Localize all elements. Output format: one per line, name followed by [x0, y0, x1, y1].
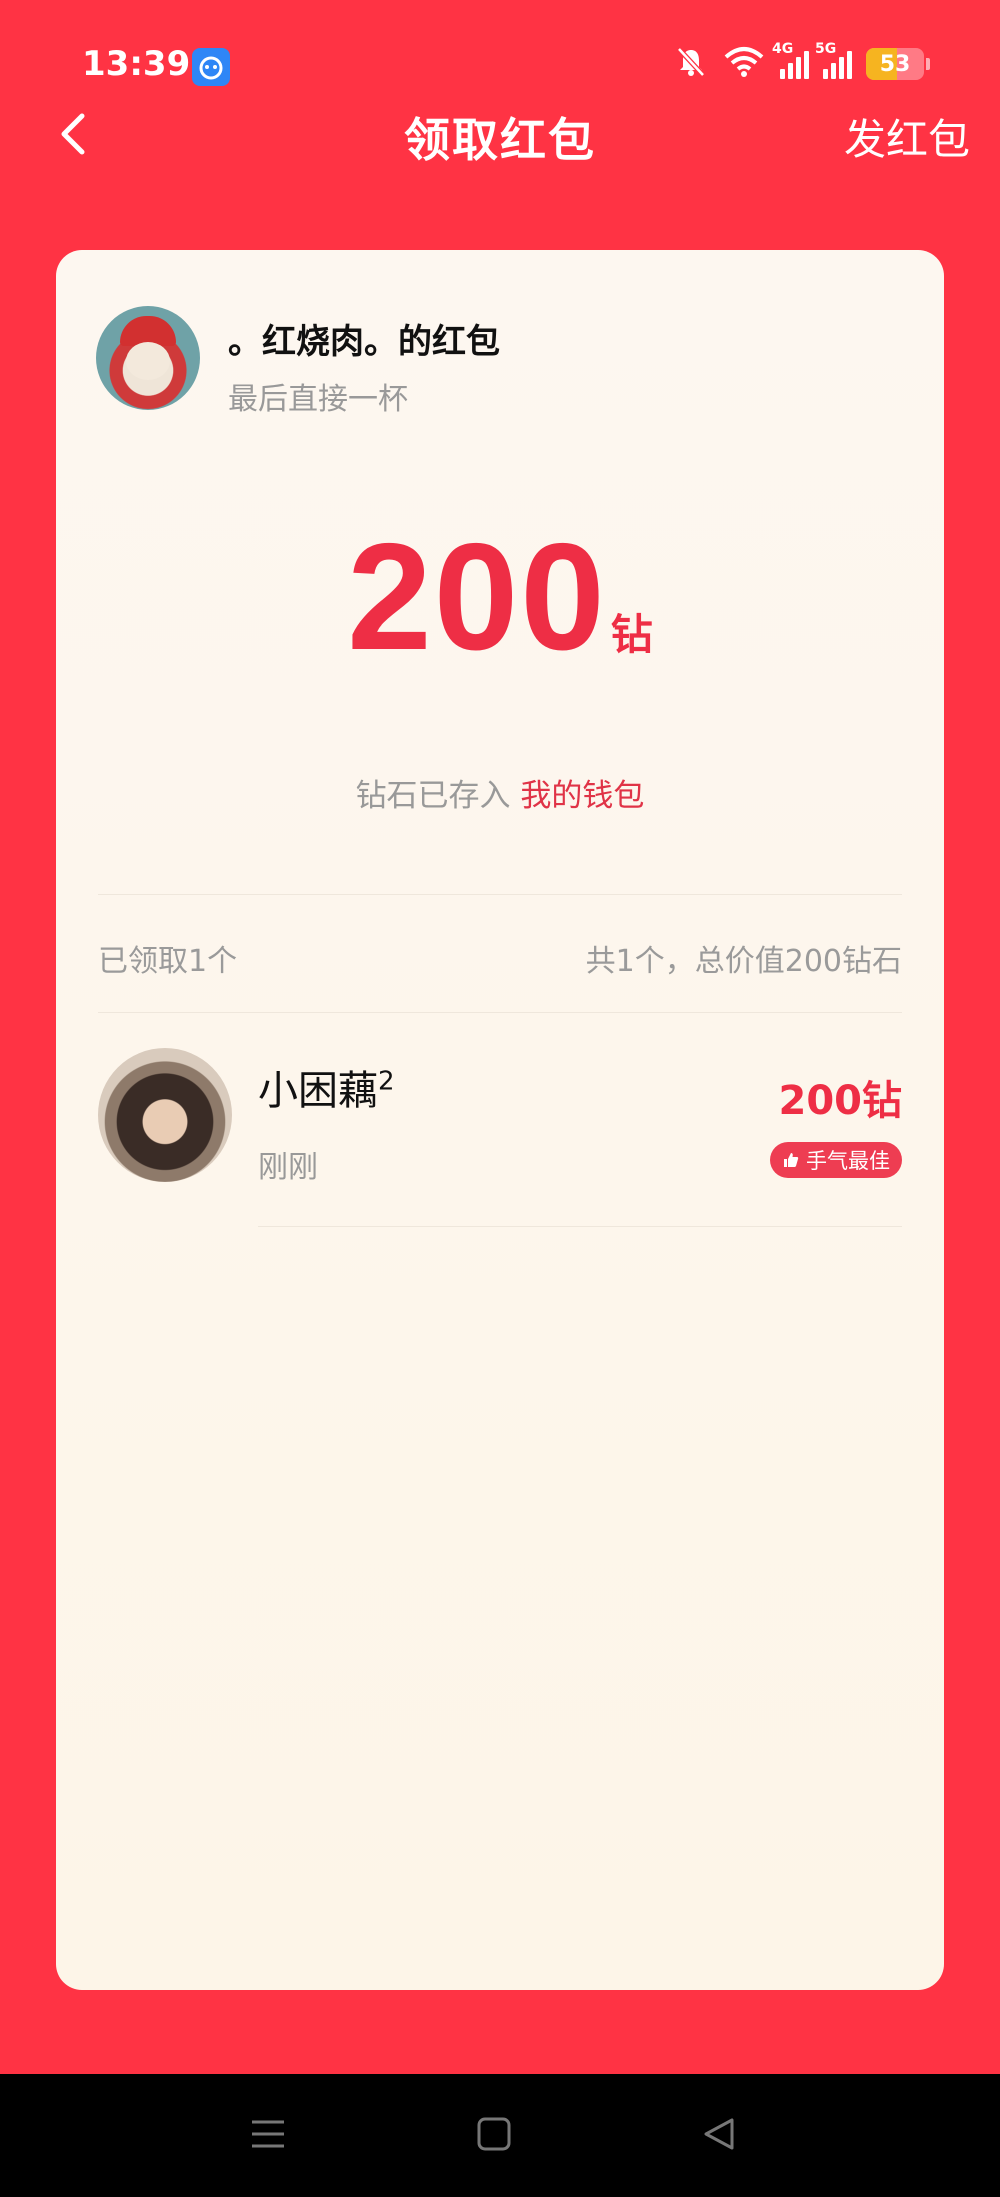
amount-value: 200 [347, 512, 607, 682]
amount-unit: 钻 [610, 610, 653, 659]
mute-bell-icon [674, 45, 708, 83]
my-wallet-link[interactable]: 我的钱包 [520, 778, 644, 814]
recipient-row[interactable]: 小困藕2 刚刚 200钻 手气最佳 [56, 1048, 944, 1228]
status-indicators: 4G 5G 53 [674, 41, 930, 84]
signal-4g-icon: 4G [772, 41, 809, 79]
packet-greeting: 最后直接一杯 [228, 382, 408, 417]
network-4g-label: 4G [772, 41, 794, 57]
best-luck-badge: 手气最佳 [770, 1142, 902, 1178]
deposit-info: 钻石已存入 我的钱包 [56, 770, 944, 815]
thumbs-up-icon [784, 1153, 799, 1167]
recipient-time: 刚刚 [258, 1150, 318, 1185]
total-summary: 共1个，总价值200钻石 [585, 944, 902, 979]
recipient-amount: 200钻 [778, 1078, 903, 1124]
battery-level: 53 [879, 51, 911, 77]
network-5g-label: 5G [815, 41, 837, 57]
wifi-icon [722, 45, 766, 83]
status-bar: 13:39 4G 5G 53 [0, 0, 1000, 100]
deposit-text: 钻石已存入 [355, 778, 511, 814]
divider [98, 1012, 902, 1013]
home-square-icon [477, 2117, 511, 2151]
system-back-button[interactable] [690, 2104, 750, 2164]
menu-button[interactable] [238, 2104, 298, 2164]
claimed-count: 已领取1个 [98, 944, 238, 979]
divider [258, 1226, 902, 1227]
sender-name: 。红烧肉。的红包 [228, 322, 500, 362]
app-notification-icon [192, 48, 230, 86]
signal-5g-icon: 5G [815, 41, 852, 79]
red-packet-card: 。红烧肉。的红包 最后直接一杯 200钻 钻石已存入 我的钱包 已领取1个 共1… [56, 250, 944, 1990]
amount-display: 200钻 [56, 510, 944, 685]
battery-icon: 53 [866, 48, 930, 80]
send-red-packet-button[interactable]: 发红包 [844, 106, 970, 167]
recipient-name: 小困藕2 [258, 1058, 395, 1116]
back-triangle-icon [704, 2118, 734, 2150]
status-time: 13:39 [82, 44, 191, 84]
best-luck-label: 手气最佳 [806, 1149, 890, 1173]
divider [98, 894, 902, 895]
recipient-name-superscript: 2 [378, 1066, 395, 1097]
sender-avatar[interactable] [96, 306, 200, 410]
system-nav-bar [0, 2074, 1000, 2197]
recipient-name-text: 小困藕 [258, 1068, 378, 1114]
menu-icon [252, 2120, 284, 2148]
recipient-avatar[interactable] [98, 1048, 232, 1182]
nav-bar: 领取红包 发红包 [0, 100, 1000, 196]
home-button[interactable] [464, 2104, 524, 2164]
